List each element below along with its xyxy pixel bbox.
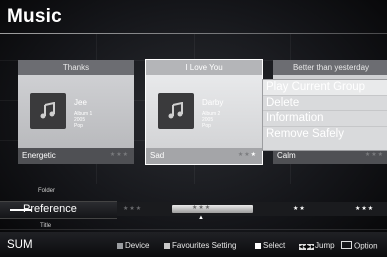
card-song-title: Better than yesterday [273,60,387,75]
level-stars: ★★★ [192,205,212,211]
card-mood: Energetic [22,151,56,160]
white-button-icon [255,242,261,249]
hint-device[interactable]: Device [117,241,149,250]
hint-option[interactable]: Option [341,241,378,251]
card-genre: Pop [74,123,83,129]
hint-select[interactable]: Select [255,241,285,250]
sort-current-label: Preference [23,203,77,215]
card-body: Darby Album 2 2005 Pop [146,75,262,148]
card-body: Jee Album 1 2005 Pop [18,75,134,148]
card-footer: Sad ★★★ [146,148,262,164]
level-stars[interactable]: ★★★ [123,205,142,212]
grey-button-icon [117,242,123,249]
position-marker-icon: ▲ [198,215,204,221]
music-card-thanks[interactable]: Thanks Jee Album 1 2005 Pop Energetic ★★… [18,60,134,164]
hint-favourites-setting[interactable]: Favourites Setting [164,241,236,250]
sort-current[interactable]: Preference [0,201,117,219]
device-label: SUM [7,239,33,251]
sort-option-folder[interactable]: Folder [38,188,55,194]
preference-stars: ★★★ [109,152,129,158]
menu-item-remove-safely[interactable]: Remove Safely [263,127,387,142]
card-meta: Album 2 2005 Pop [202,111,220,129]
card-artist: Jee [74,98,87,107]
menu-item-delete[interactable]: Delete [263,96,387,111]
card-mood: Sad [150,151,165,160]
preference-stars: ★★★ [364,152,384,158]
hint-jump[interactable]: ◀◀▶▶Jump [299,241,335,250]
card-mood: Calm [277,151,296,160]
preference-stars: ★★★ [237,152,257,158]
context-menu: Play Current Group Delete Information Re… [262,79,387,151]
menu-item-play-current-group[interactable]: Play Current Group [263,80,387,96]
card-footer: Energetic ★★★ [18,148,134,164]
music-note-icon [30,93,66,129]
music-card-i-love-you[interactable]: I Love You Darby Album 2 2005 Pop Sad ★★… [145,59,263,165]
card-meta: Album 1 2005 Pop [74,111,92,129]
title-divider [0,33,387,34]
level-stars[interactable]: ★★ [293,205,306,212]
level-stars[interactable]: ★★★ [355,205,374,212]
music-screen: Music Thanks Jee Album 1 2005 Pop Energe… [0,0,387,257]
light-button-icon [164,242,170,249]
bar-divider [0,229,387,230]
status-bar: SUM Device Favourites Setting Select ◀◀▶… [0,232,387,257]
music-note-icon [158,93,194,129]
forward-button-icon: ▶▶ [307,244,315,250]
page-title: Music [7,6,62,27]
tools-button-icon [341,241,352,249]
card-song-title: Thanks [18,60,134,75]
card-genre: Pop [202,123,211,129]
rewind-button-icon: ◀◀ [299,244,307,250]
menu-item-information[interactable]: Information [263,111,387,127]
card-artist: Darby [202,98,224,107]
level-slider[interactable]: ★★★ [172,205,253,213]
card-song-title: I Love You [146,60,262,75]
